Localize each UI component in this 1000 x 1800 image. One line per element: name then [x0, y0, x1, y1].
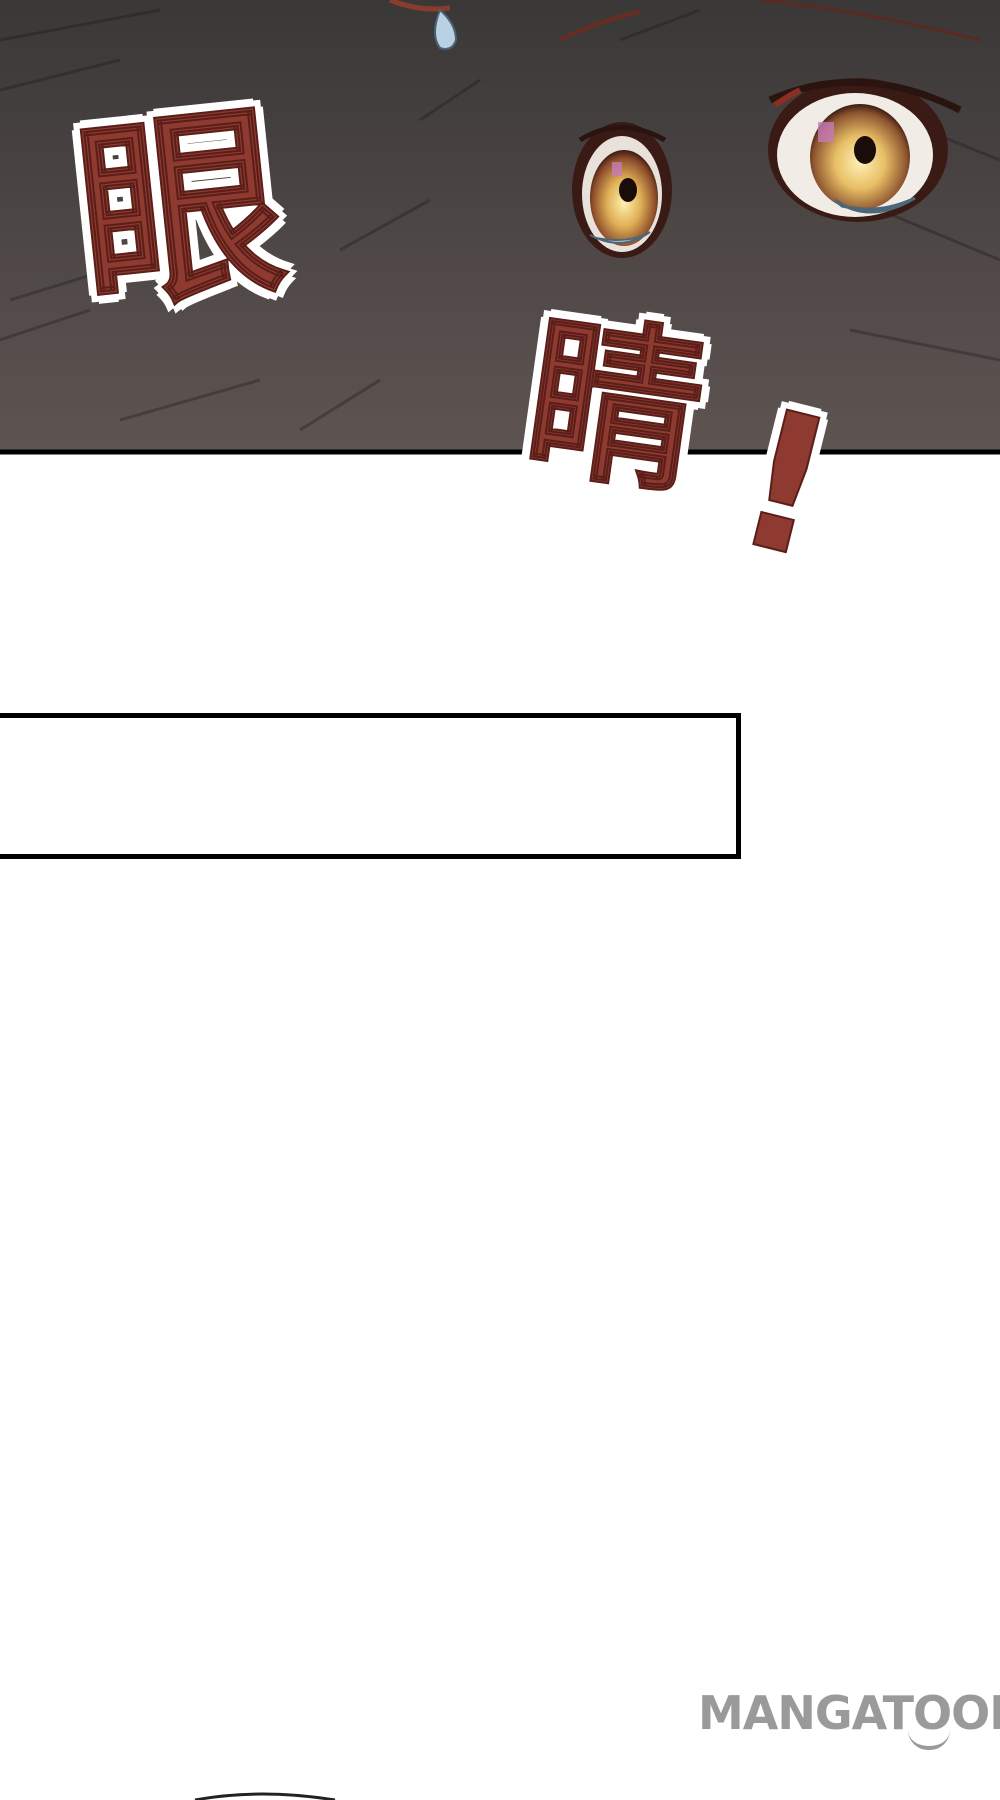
sfx-character-eyeball: 睛: [514, 294, 718, 521]
next-panel-edge: [194, 1792, 336, 1800]
caption-box: [0, 713, 741, 859]
left-eye: [572, 122, 672, 258]
watermark-logo: MANGATOON: [698, 1686, 1000, 1740]
sfx-character-eye: 眼: [65, 82, 296, 342]
